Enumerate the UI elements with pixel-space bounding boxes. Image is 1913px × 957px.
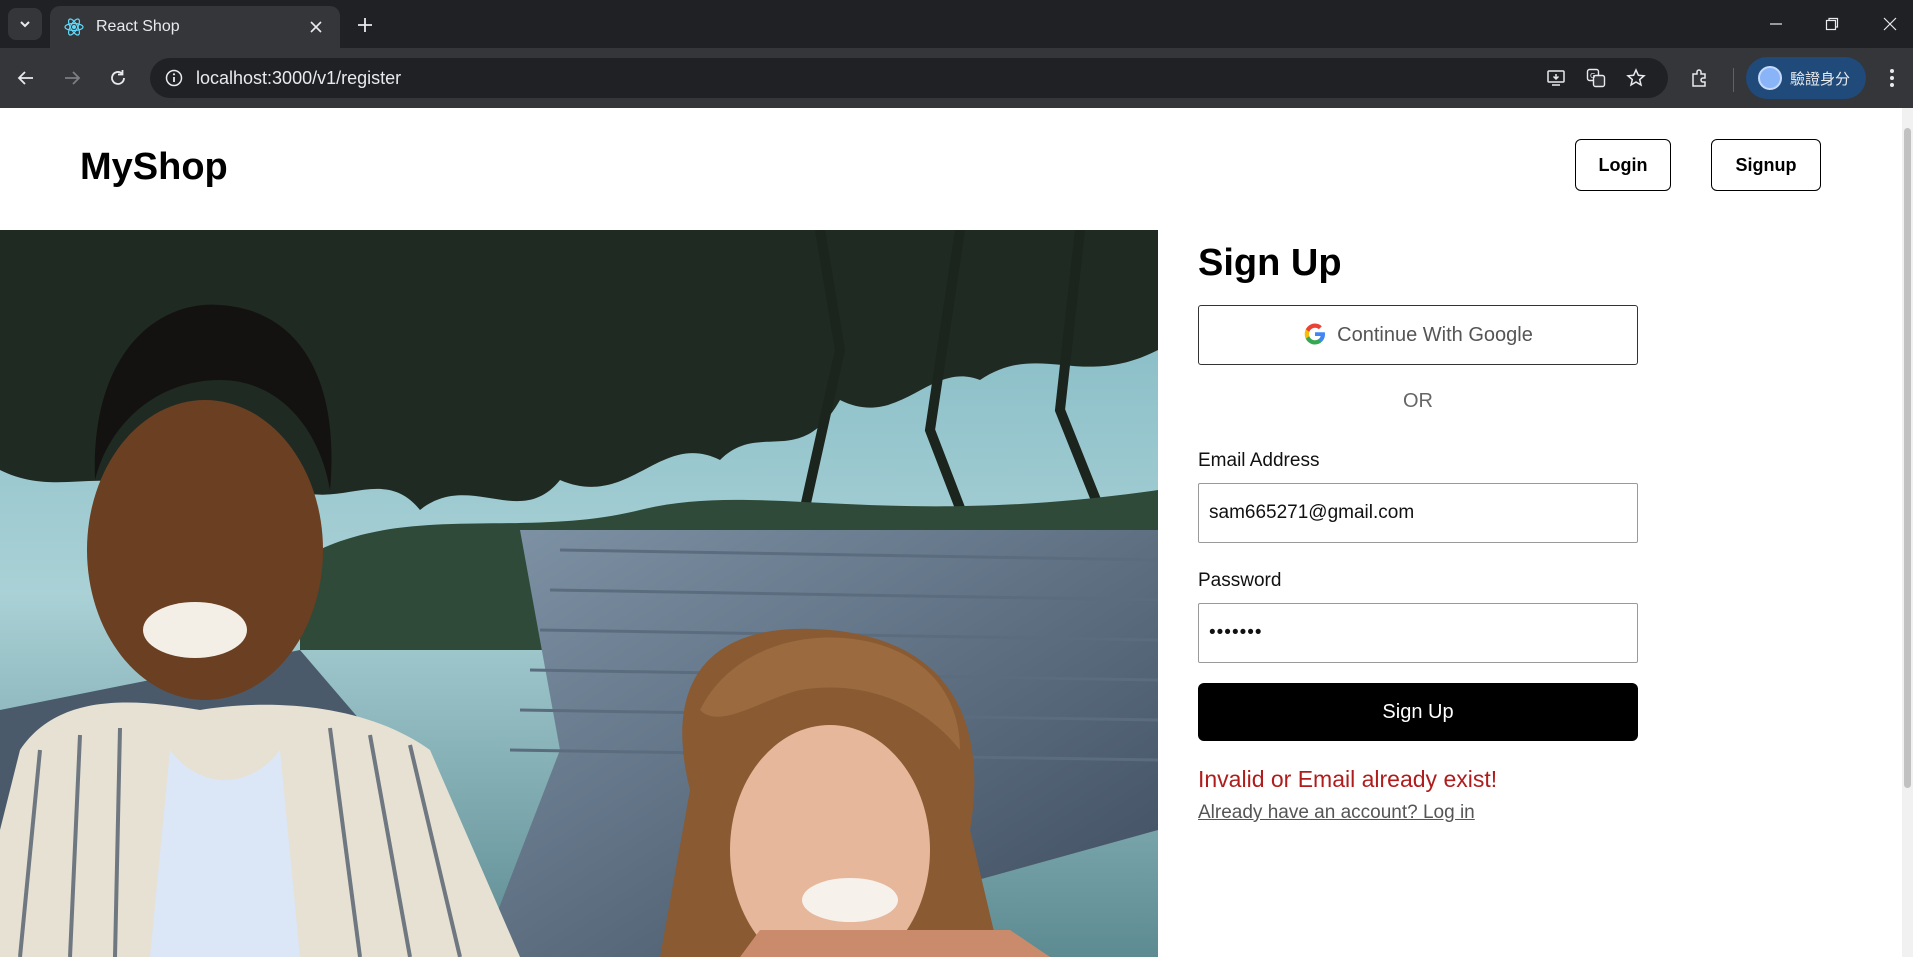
email-label: Email Address bbox=[1198, 450, 1320, 471]
close-icon[interactable] bbox=[306, 17, 326, 37]
back-arrow-icon[interactable] bbox=[10, 62, 42, 94]
or-divider: OR bbox=[1403, 390, 1433, 412]
translate-icon[interactable]: G bbox=[1584, 66, 1608, 90]
restore-icon[interactable] bbox=[1818, 10, 1846, 38]
login-button[interactable]: Login bbox=[1575, 139, 1671, 191]
error-message: Invalid or Email already exist! bbox=[1198, 766, 1498, 792]
signup-submit-button[interactable]: Sign Up bbox=[1198, 683, 1638, 741]
close-window-icon[interactable] bbox=[1876, 10, 1904, 38]
page-content: MyShop Login Signup Sign Up Continue Wit… bbox=[0, 108, 1902, 957]
brand-logo[interactable]: MyShop bbox=[80, 146, 228, 189]
email-field[interactable] bbox=[1198, 483, 1638, 543]
hero-image bbox=[0, 230, 1158, 957]
tab-list-icon bbox=[20, 21, 30, 28]
password-label: Password bbox=[1198, 570, 1282, 591]
browser-tab[interactable]: React Shop bbox=[50, 6, 340, 48]
login-link[interactable]: Already have an account? Log in bbox=[1198, 802, 1475, 824]
address-bar[interactable]: localhost:3000/v1/register G bbox=[150, 58, 1668, 98]
react-favicon bbox=[64, 17, 84, 37]
google-icon bbox=[1303, 322, 1327, 349]
scrollbar-thumb[interactable] bbox=[1904, 128, 1911, 788]
info-icon[interactable] bbox=[162, 66, 186, 90]
star-icon[interactable] bbox=[1624, 66, 1648, 90]
url-text: localhost:3000/v1/register bbox=[196, 68, 402, 88]
extensions-icon[interactable] bbox=[1685, 64, 1713, 92]
browser-toolbar: localhost:3000/v1/register G 驗證身分 bbox=[0, 48, 1913, 108]
google-button-label: Continue With Google bbox=[1337, 323, 1533, 346]
profile-label: 驗證身分 bbox=[1790, 70, 1851, 88]
password-field[interactable] bbox=[1198, 603, 1638, 663]
google-signin-button[interactable]: Continue With Google bbox=[1198, 305, 1638, 365]
reload-icon[interactable] bbox=[102, 62, 134, 94]
page-title: Sign Up bbox=[1198, 242, 1342, 284]
forward-arrow-icon[interactable] bbox=[56, 62, 88, 94]
avatar bbox=[1758, 66, 1782, 90]
tab-title: React Shop bbox=[96, 18, 180, 35]
install-app-icon[interactable] bbox=[1544, 66, 1568, 90]
plus-icon[interactable] bbox=[352, 12, 378, 38]
profile-button[interactable]: 驗證身分 bbox=[1746, 57, 1866, 99]
tab-list-button[interactable] bbox=[8, 8, 42, 40]
more-vert-icon[interactable] bbox=[1878, 64, 1906, 92]
svg-text:G: G bbox=[1590, 72, 1595, 80]
minimize-icon[interactable] bbox=[1762, 10, 1790, 38]
site-navbar: MyShop Login Signup bbox=[0, 108, 1902, 230]
signup-button[interactable]: Signup bbox=[1711, 139, 1821, 191]
browser-tab-bar: React Shop bbox=[0, 0, 1913, 48]
toolbar-divider bbox=[1733, 68, 1734, 92]
page-scrollbar[interactable] bbox=[1902, 108, 1913, 957]
